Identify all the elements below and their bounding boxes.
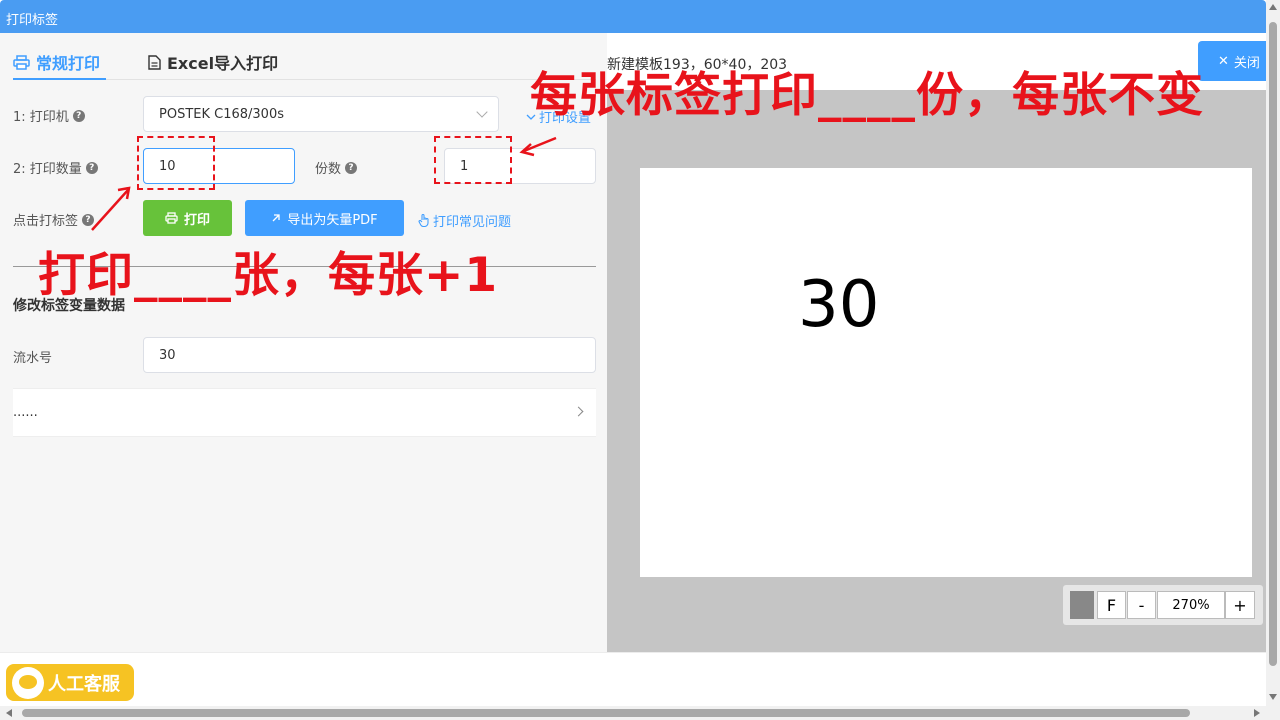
close-button[interactable]: ✕ 关闭	[1198, 41, 1266, 81]
print-button-label: 打印	[183, 212, 210, 228]
tab-regular-print[interactable]: 常规打印	[13, 51, 100, 73]
window-title: 打印标签	[6, 13, 59, 28]
scroll-down-arrow-icon[interactable]	[1269, 694, 1277, 700]
serial-label-text: 流水号	[13, 351, 53, 366]
export-pdf-label: 导出为矢量PDF	[287, 212, 378, 228]
horizontal-scroll-thumb[interactable]	[22, 709, 1190, 717]
printer-field-label: 1: 打印机 ?	[13, 106, 85, 125]
label-paper: 30	[640, 168, 1252, 577]
external-link-icon	[272, 214, 280, 222]
close-icon: ✕	[1218, 53, 1229, 69]
label-preview-text: 30	[798, 268, 880, 342]
help-icon[interactable]: ?	[72, 109, 85, 122]
printer-icon	[165, 212, 178, 224]
window-titlebar: 打印标签	[0, 0, 1266, 33]
customer-service-button[interactable]: 人工客服	[6, 664, 134, 701]
tab-label: Excel导入打印	[167, 54, 279, 73]
zoom-in-button[interactable]: +	[1225, 591, 1255, 619]
document-icon	[148, 54, 161, 70]
serial-field-label: 流水号	[13, 347, 52, 366]
zoom-out-button[interactable]: -	[1127, 591, 1156, 619]
active-tab-indicator	[13, 78, 106, 80]
color-swatch[interactable]	[1070, 591, 1094, 619]
faq-link[interactable]: 打印常见问题	[418, 211, 511, 230]
more-variables-row[interactable]: ......	[13, 388, 596, 437]
quantity-label-text: 2: 打印数量	[13, 162, 82, 177]
printer-select-value: POSTEK C168/300s	[159, 106, 284, 122]
print-button[interactable]: 打印	[143, 200, 232, 236]
copies-label-text: 份数	[315, 162, 342, 177]
annotation-copies-note: 每张标签打印____份，每张不变	[530, 68, 1204, 123]
click-print-field-label: 点击打标签 ?	[13, 210, 95, 229]
zoom-toolbar: F - 270% +	[1063, 585, 1263, 625]
chevron-right-icon	[573, 406, 584, 417]
copies-highlight-box	[434, 136, 512, 184]
more-variables-label: ......	[13, 405, 38, 420]
scroll-up-arrow-icon[interactable]	[1269, 4, 1277, 10]
scroll-left-arrow-icon[interactable]	[6, 709, 12, 717]
chevron-down-icon	[476, 106, 488, 118]
tab-excel-import[interactable]: Excel导入打印	[148, 51, 278, 73]
headset-agent-icon	[12, 666, 44, 699]
help-icon[interactable]: ?	[345, 161, 358, 174]
label-preview-area: 30	[607, 90, 1266, 652]
printer-icon	[13, 54, 30, 70]
printer-label-text: 1: 打印机	[13, 110, 69, 125]
zoom-level-display: 270%	[1157, 591, 1225, 619]
export-pdf-button[interactable]: 导出为矢量PDF	[245, 200, 404, 236]
pointer-hand-icon	[418, 214, 429, 227]
vertical-scroll-thumb[interactable]	[1269, 22, 1277, 666]
vertical-scrollbar[interactable]	[1266, 0, 1280, 720]
copies-field-label: 份数 ?	[315, 158, 358, 177]
click-print-label-text: 点击打标签	[13, 214, 79, 229]
serial-number-value: 30	[159, 347, 176, 363]
customer-service-label: 人工客服	[48, 673, 120, 695]
footer-divider	[0, 652, 1266, 653]
faq-link-text: 打印常见问题	[433, 215, 512, 230]
help-icon[interactable]: ?	[85, 161, 98, 174]
scroll-right-arrow-icon[interactable]	[1254, 709, 1260, 717]
printer-select[interactable]: POSTEK C168/300s	[143, 96, 499, 132]
quantity-highlight-box	[137, 136, 215, 190]
horizontal-scrollbar[interactable]	[0, 706, 1266, 720]
annotation-quantity-note: 打印____张，每张+1	[38, 248, 499, 303]
help-icon[interactable]: ?	[82, 213, 95, 226]
close-button-label: 关闭	[1233, 55, 1260, 71]
serial-number-input[interactable]: 30	[143, 337, 596, 373]
quantity-field-label: 2: 打印数量 ?	[13, 158, 98, 177]
fit-button[interactable]: F	[1097, 591, 1126, 619]
tab-label: 常规打印	[36, 54, 101, 73]
